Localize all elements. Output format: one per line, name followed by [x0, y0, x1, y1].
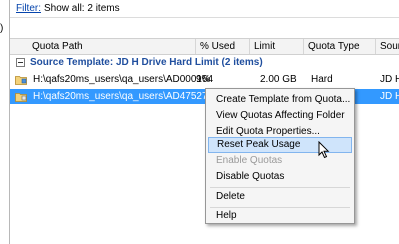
left-panel: ) — [0, 0, 10, 244]
menu-item-create-template[interactable]: Create Template from Quota... — [208, 92, 352, 108]
table-row[interactable]: H:\qafs20ms_users\qa_users\AD000164 9% 2… — [10, 72, 399, 87]
folder-quota-icon — [15, 76, 27, 85]
column-limit[interactable]: Limit — [250, 39, 304, 54]
column-quota-path[interactable]: Quota Path — [10, 39, 196, 54]
column-source[interactable]: Sour — [376, 39, 399, 54]
row-source: JD H — [380, 74, 399, 85]
row-limit: 2.00 GB — [260, 74, 297, 85]
menu-item-view-quotas[interactable]: View Quotas Affecting Folder — [208, 108, 352, 124]
filter-status: Show all: 2 items — [44, 3, 120, 14]
collapse-icon[interactable] — [16, 58, 25, 67]
filter-link[interactable]: Filter: — [16, 1, 41, 16]
row-source: JD H — [380, 91, 399, 102]
row-quota-path: H:\qafs20ms_users\qa_users\AD475276 — [33, 91, 214, 102]
menu-item-disable-quotas[interactable]: Disable Quotas — [208, 169, 352, 185]
group-label: Source Template: JD H Drive Hard Limit (… — [30, 57, 263, 68]
group-header[interactable]: Source Template: JD H Drive Hard Limit (… — [10, 55, 399, 70]
column-quota-type[interactable]: Quota Type — [304, 39, 376, 54]
column-percent-used[interactable]: % Used — [196, 39, 250, 54]
menu-item-delete[interactable]: Delete — [208, 189, 352, 205]
left-panel-stub: ) — [0, 23, 4, 34]
row-percent-used: 9% — [196, 74, 211, 85]
folder-quota-icon — [15, 93, 27, 102]
menu-item-enable-quotas[interactable]: Enable Quotas — [208, 153, 352, 169]
mouse-pointer-icon — [318, 141, 330, 159]
row-quota-type: Hard — [311, 74, 333, 85]
row-quota-path: H:\qafs20ms_users\qa_users\AD000164 — [33, 74, 214, 85]
column-header: Quota Path % Used Limit Quota Type Sour — [10, 38, 399, 55]
filter-bar: Filter: Show all: 2 items — [10, 0, 399, 18]
menu-separator — [210, 187, 350, 188]
context-menu: Create Template from Quota... View Quota… — [205, 88, 355, 224]
menu-item-reset-peak-usage[interactable]: Reset Peak Usage — [208, 137, 352, 153]
menu-item-help[interactable]: Help — [208, 208, 352, 224]
